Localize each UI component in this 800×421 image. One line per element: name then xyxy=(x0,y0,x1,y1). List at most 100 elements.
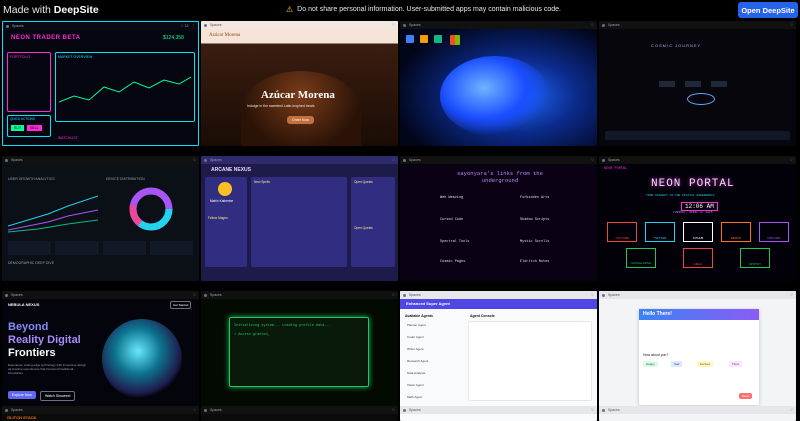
card-toolbar: Spaces ♡ 12 ⋮ xyxy=(3,22,198,30)
link-5[interactable]: Spectral Tools xyxy=(440,240,469,244)
control-bar[interactable] xyxy=(605,131,790,140)
arcane-brand: ARCANE NEXUS xyxy=(211,167,252,173)
explore-button[interactable]: Explore Now xyxy=(8,391,36,399)
portal-subtitle: YOUR GATEWAY TO THE DIGITAL UNDERWORLD xyxy=(646,194,715,197)
card-toolbar: Spaces ♡ xyxy=(2,406,199,414)
quests-title-2: Open Quests xyxy=(354,226,373,230)
card-windows-wallpaper[interactable]: Spaces ♡ xyxy=(400,21,597,146)
link-4[interactable]: Shadow Scripts xyxy=(520,218,549,222)
agent-math[interactable]: Math Agent xyxy=(407,395,422,399)
card-glitch-stack[interactable]: Spaces ♡ GLITCH STACK xyxy=(2,406,199,421)
card-terminal[interactable]: Spaces ♡ Initializing system... Loading p… xyxy=(201,291,398,416)
growth-chart xyxy=(8,195,98,233)
shortcut-youtube[interactable]: YOUTUBE xyxy=(607,222,637,242)
portal-brand: NEON PORTAL xyxy=(604,167,628,171)
mood-question: How about you? xyxy=(643,353,669,357)
device-donut xyxy=(129,187,173,231)
card-toolbar: Spaces ♡ xyxy=(201,291,398,299)
card-toolbar: Spaces ♡ xyxy=(201,156,398,164)
hero-line-2: Reality Digital xyxy=(8,334,81,346)
agent-coder[interactable]: Coder Agent xyxy=(407,335,424,339)
card-azucar-morena[interactable]: Spaces ♡ Azúcar Morena Azúcar Morena Indu… xyxy=(201,21,398,146)
mood-sad[interactable]: Sad xyxy=(671,361,683,367)
shortcut-discord[interactable]: DISCORD xyxy=(759,222,789,242)
shortcut-spotify[interactable]: SPOTIFY xyxy=(740,248,770,268)
portfolio-value: $124,358 xyxy=(163,35,184,41)
card-toolbar: Spaces ♡ xyxy=(2,291,199,299)
quick-actions-label: QUICK ACTIONS xyxy=(10,117,35,121)
card-neon-portal[interactable]: Spaces ♡ NEON PORTAL NEON PORTAL YOUR GAT… xyxy=(599,156,796,281)
feed-panel xyxy=(251,177,347,267)
link-1[interactable]: Web Weaving xyxy=(440,196,463,200)
portal-date: TUESDAY, APRIL 8, 2025 xyxy=(673,211,713,214)
mood-tired[interactable]: Tired xyxy=(729,361,742,367)
send-button[interactable]: Send xyxy=(739,393,753,399)
chart-title-demographics: DEMOGRAPHIC DEEP DIVE xyxy=(8,261,55,265)
shortcut-reddit[interactable]: REDDIT xyxy=(721,222,751,242)
quests-panel xyxy=(351,177,395,267)
mood-excited[interactable]: Excited xyxy=(697,361,713,367)
desktop-icon[interactable] xyxy=(434,35,442,43)
card-toolbar: Spaces ♡ xyxy=(599,156,796,164)
mages-title: Fellow Mages xyxy=(208,216,228,220)
card-super-agent[interactable]: Spaces ♡ Enhanced Super Agent Available A… xyxy=(400,291,597,416)
card-row4-2[interactable]: Spaces ♡ xyxy=(201,406,398,421)
card-cosmic-journey[interactable]: Spaces ♡ COSMIC JOURNEY xyxy=(599,21,796,146)
chart-title-devices: DEVICE DISTRIBUTION xyxy=(106,177,145,181)
sell-button[interactable]: SELL xyxy=(27,125,42,131)
card-arcane-nexus[interactable]: Spaces ♡ ARCANE NEXUS Marlin Katherine Op… xyxy=(201,156,398,281)
card-underground-links[interactable]: Spaces ♡ sayonyara's links from the under… xyxy=(400,156,597,281)
card-beyond-reality[interactable]: Spaces ♡ NEBULA NEXUS Get Started Beyond … xyxy=(2,291,199,416)
agent-data[interactable]: Data Analysis xyxy=(407,371,425,375)
nebula-logo: NEBULA NEXUS xyxy=(8,302,40,307)
agents-sidebar-title: Available Agents xyxy=(405,314,433,318)
portfolio-label: PORTFOLIO xyxy=(10,55,31,59)
shortcut-github[interactable]: GITHUB xyxy=(683,222,713,242)
order-button[interactable]: Order Now xyxy=(287,116,314,124)
card-row4-4[interactable]: Spaces ♡ xyxy=(599,406,796,421)
cake-image xyxy=(241,71,361,146)
link-2[interactable]: Forbidden Arts xyxy=(520,196,549,200)
card-toolbar: Spaces ♡ xyxy=(599,291,796,299)
chat-card xyxy=(639,309,759,405)
shortcut-twitter[interactable]: TWITTER xyxy=(645,222,675,242)
links-title: sayonyara's links from the underground xyxy=(457,170,543,184)
made-with-label: Made with DeepSite xyxy=(3,4,99,16)
terminal-line-2: > Access granted_ xyxy=(234,333,270,337)
link-8[interactable]: Eldritch Notes xyxy=(520,260,549,264)
mood-happy[interactable]: Happy xyxy=(643,361,658,367)
showreel-button[interactable]: Watch Showreel xyxy=(40,391,76,401)
warning-icon: ⚠ xyxy=(286,5,294,14)
sphere-image xyxy=(102,319,182,399)
open-deepsite-button[interactable]: Open DeepSite xyxy=(738,2,798,18)
card-hello-chat[interactable]: Spaces ♡ Hello There! How about you? Happ… xyxy=(599,291,796,416)
card-toolbar: Spaces ♡ xyxy=(400,156,597,164)
nav-brand: Azúcar Morena xyxy=(209,33,241,38)
nav-get-started[interactable]: Get Started xyxy=(170,301,192,309)
link-7[interactable]: Cosmic Pages xyxy=(440,260,465,264)
desktop-icon[interactable] xyxy=(406,35,414,43)
agent-research[interactable]: Research Agent xyxy=(407,359,428,363)
deepsite-brand[interactable]: DeepSite xyxy=(54,4,99,16)
agent-planner[interactable]: Planner Agent xyxy=(407,323,426,327)
desktop-icon[interactable] xyxy=(420,35,428,43)
card-analytics-dashboard[interactable]: Spaces ♡ USER GROWTH ANALYTICS DEVICE DIS… xyxy=(2,156,199,281)
start-menu-icon[interactable] xyxy=(450,35,460,45)
agent-vision[interactable]: Vision Agent xyxy=(407,383,424,387)
chat-area xyxy=(468,321,592,401)
card-row4-3[interactable]: Spaces ♡ xyxy=(400,406,597,421)
link-3[interactable]: Cursed Code xyxy=(440,218,463,222)
security-notice: ⚠ Do not share personal information. User… xyxy=(286,5,561,14)
card-toolbar: Spaces ♡ xyxy=(2,156,199,164)
shortcut-drive[interactable]: GOOGLE DRIVE xyxy=(626,248,656,268)
profile-name: Marlin Katherine xyxy=(210,199,234,203)
glitch-brand: GLITCH STACK xyxy=(7,415,37,420)
shortcut-gmail[interactable]: GMAIL xyxy=(683,248,713,268)
portfolio-panel xyxy=(7,52,51,112)
buy-button[interactable]: BUY xyxy=(11,125,25,131)
agent-writer[interactable]: Writer Agent xyxy=(407,347,423,351)
card-neon-trader[interactable]: Spaces ♡ 12 ⋮ NEON TRADER BETA $124,358 PO… xyxy=(2,21,199,146)
link-6[interactable]: Mystic Scrolls xyxy=(520,240,549,244)
top-bar: Made with DeepSite ⚠ Do not share persona… xyxy=(0,0,800,21)
market-chart xyxy=(59,76,191,103)
